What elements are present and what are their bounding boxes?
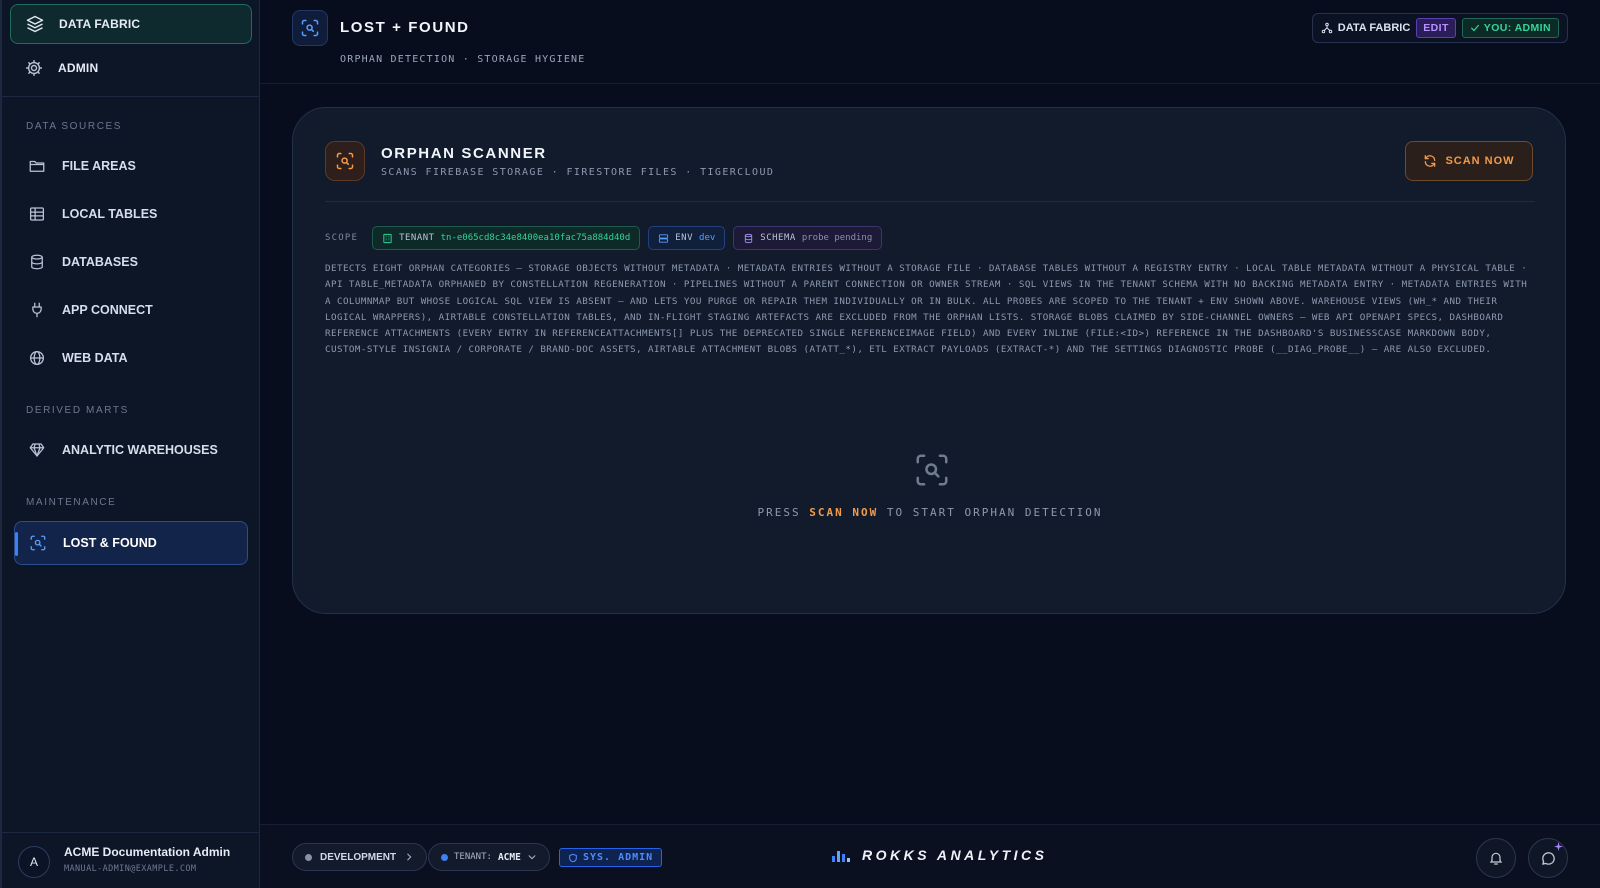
header-badges: DATA FABRIC EDIT YOU: ADMIN: [1311, 13, 1568, 43]
card-subtitle: SCANS FIREBASE STORAGE · FIRESTORE FILES…: [381, 167, 775, 178]
schema-chip-value: probe pending: [801, 233, 873, 243]
scan-search-icon: [916, 454, 948, 486]
scan-search-icon: [301, 19, 319, 37]
sidebar-item-lost-found[interactable]: LOST & FOUND: [14, 521, 248, 565]
nav-data-fabric-label: DATA FABRIC: [59, 17, 141, 31]
card-divider: [325, 201, 1535, 202]
nav-admin[interactable]: ADMIN: [10, 48, 252, 88]
user-name: ACME Documentation Admin: [64, 845, 231, 859]
sidebar-item-local-tables[interactable]: LOCAL TABLES: [14, 192, 248, 236]
sidebar-divider: [2, 96, 260, 97]
scope-row: SCOPE TENANT tn-e065cd8c34e8400ea10fac75…: [325, 226, 883, 250]
tenant-key: TENANT:: [454, 852, 492, 862]
schema-chip-key: SCHEMA: [760, 233, 796, 243]
sidebar-item-label: DATABASES: [62, 255, 138, 269]
plug-icon: [32, 302, 42, 318]
database-icon: [31, 254, 43, 270]
status-dot: [441, 853, 448, 861]
env-chip-key: ENV: [675, 233, 694, 243]
globe-icon: [29, 350, 45, 366]
user-email: MANUAL-ADMIN@EXAMPLE.COM: [64, 864, 197, 874]
bell-icon: [1489, 852, 1503, 865]
env-chip-value: dev: [699, 233, 716, 243]
role-badge: YOU: ADMIN: [1461, 18, 1559, 38]
empty-prefix: PRESS: [757, 506, 801, 519]
sidebar-item-label: ANALYTIC WAREHOUSES: [62, 443, 218, 457]
check-icon: [1470, 24, 1479, 32]
brand-name: ROKKS ANALYTICS: [862, 847, 1048, 863]
data-fabric-badge-label: DATA FABRIC: [1337, 22, 1411, 34]
sidebar-item-label: FILE AREAS: [62, 159, 136, 173]
empty-suffix: TO START ORPHAN DETECTION: [886, 506, 1103, 519]
role-badge-label: YOU: ADMIN: [1483, 22, 1551, 34]
sidebar-item-label: APP CONNECT: [62, 303, 153, 317]
nav-data-fabric[interactable]: DATA FABRIC: [10, 4, 252, 44]
section-derived-marts: DERIVED MARTS: [26, 405, 129, 416]
scan-now-button[interactable]: SCAN NOW: [1405, 141, 1533, 181]
sys-admin-badge: SYS. ADMIN: [559, 848, 663, 867]
tenant-value: ACME: [497, 851, 521, 863]
footer-bar: DEVELOPMENT TENANT: ACME SYS. ADMIN ROKK…: [260, 824, 1600, 888]
sidebar-item-web-data[interactable]: WEB DATA: [14, 336, 248, 380]
nav-admin-label: ADMIN: [58, 61, 99, 75]
empty-state-message: PRESS SCAN NOW TO START ORPHAN DETECTION: [293, 506, 1567, 519]
orphan-scanner-card: ORPHAN SCANNER SCANS FIREBASE STORAGE · …: [292, 107, 1566, 614]
user-profile[interactable]: A ACME Documentation Admin MANUAL-ADMIN@…: [2, 832, 260, 888]
bar-chart-icon: [832, 851, 850, 862]
scope-label: SCOPE: [325, 233, 359, 243]
scan-search-icon: [336, 152, 354, 170]
card-title: ORPHAN SCANNER: [381, 145, 547, 162]
sidebar-item-analytic-warehouses[interactable]: ANALYTIC WAREHOUSES: [14, 428, 248, 472]
database-icon: [745, 233, 753, 243]
status-dot: [305, 853, 312, 861]
tenant-selector[interactable]: TENANT: ACME: [428, 843, 550, 871]
section-maintenance: MAINTENANCE: [26, 497, 117, 508]
page-icon: [292, 10, 328, 46]
folder-icon: [29, 160, 45, 172]
section-data-sources: DATA SOURCES: [26, 121, 123, 132]
table-icon: [29, 207, 45, 221]
shield-icon: [569, 853, 577, 862]
scanner-description: DETECTS EIGHT ORPHAN CATEGORIES — STORAG…: [325, 263, 1528, 356]
notifications-button[interactable]: [1476, 838, 1516, 878]
tenant-chip: TENANT tn-e065cd8c34e8400ea10fac75a884d4…: [372, 226, 641, 250]
sidebar-item-label: LOCAL TABLES: [62, 207, 158, 221]
sidebar-item-label: WEB DATA: [62, 351, 128, 365]
sidebar: DATA FABRIC ADMIN DATA SOURCES FILE AREA…: [0, 0, 260, 888]
server-icon: [659, 233, 669, 243]
sidebar-item-file-areas[interactable]: FILE AREAS: [14, 144, 248, 188]
gear-icon: [26, 60, 42, 76]
chevron-right-icon: [407, 853, 412, 861]
scan-search-icon: [30, 535, 46, 551]
tenant-chip-value: tn-e065cd8c34e8400ea10fac75a884d40d: [440, 233, 631, 243]
chat-icon: [1541, 851, 1555, 865]
sys-admin-label: SYS. ADMIN: [583, 852, 654, 863]
tenant-chip-key: TENANT: [399, 233, 435, 243]
empty-highlight: SCAN NOW: [809, 506, 879, 519]
building-icon: [383, 233, 392, 243]
env-chip: ENV dev: [648, 226, 726, 250]
brand-logo: ROKKS ANALYTICS: [832, 847, 1048, 863]
environment-pill[interactable]: DEVELOPMENT: [292, 843, 428, 871]
chat-button[interactable]: [1528, 838, 1568, 878]
sidebar-item-databases[interactable]: DATABASES: [14, 240, 248, 284]
scan-now-label: SCAN NOW: [1445, 155, 1515, 167]
page-subtitle: ORPHAN DETECTION · STORAGE HYGIENE: [340, 54, 586, 65]
gem-icon: [29, 443, 45, 457]
environment-label: DEVELOPMENT: [320, 851, 397, 863]
sparkle-icon: [1554, 842, 1563, 851]
edit-badge[interactable]: EDIT: [1416, 18, 1456, 38]
sidebar-item-label: LOST & FOUND: [63, 536, 157, 550]
page-header: LOST + FOUND ORPHAN DETECTION · STORAGE …: [260, 0, 1600, 84]
scanner-icon-box: [325, 141, 365, 181]
chevron-down-icon: [528, 855, 536, 860]
sidebar-item-app-connect[interactable]: APP CONNECT: [14, 288, 248, 332]
avatar[interactable]: A: [18, 846, 50, 878]
data-fabric-badge[interactable]: DATA FABRIC: [1321, 22, 1411, 34]
page-title: LOST + FOUND: [340, 19, 470, 36]
layers-icon: [26, 15, 44, 33]
refresh-icon: [1425, 155, 1436, 167]
network-icon: [1321, 22, 1332, 34]
schema-chip: SCHEMA probe pending: [733, 226, 883, 250]
